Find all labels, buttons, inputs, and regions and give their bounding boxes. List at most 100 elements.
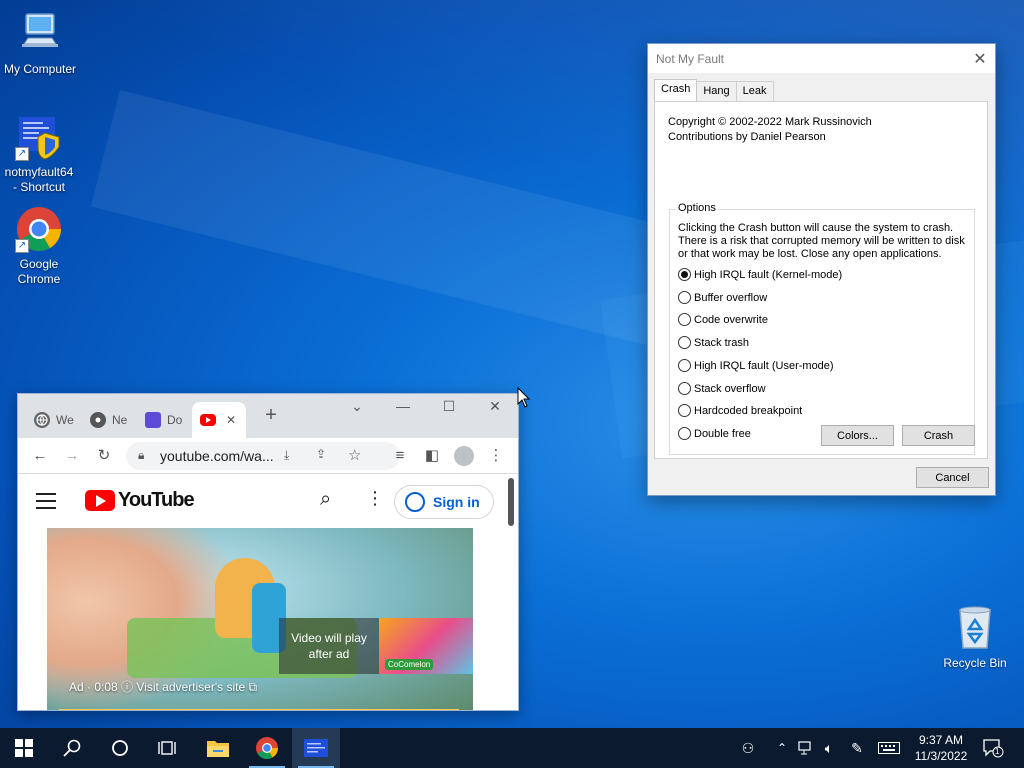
install-app-icon[interactable]: ⤓ xyxy=(284,448,289,463)
option-label: Buffer overflow xyxy=(694,291,768,304)
youtube-logo[interactable]: YouTube xyxy=(85,489,195,512)
network-icon[interactable] xyxy=(796,728,816,768)
option-stack-overflow[interactable]: Stack overflow xyxy=(678,382,766,395)
crash-panel: Copyright © 2002-2022 Mark Russinovich C… xyxy=(654,101,988,459)
tab-leak[interactable]: Leak xyxy=(735,81,774,101)
colors-button[interactable]: Colors... xyxy=(821,425,894,446)
volume-icon[interactable]: 🔈︎ xyxy=(818,728,840,768)
desktop-icon-label: Recycle Bin xyxy=(943,656,1007,670)
scrollbar-thumb[interactable] xyxy=(508,478,514,526)
task-view-icon xyxy=(158,741,176,755)
up-next-thumbnail[interactable]: CoComelon xyxy=(379,618,473,674)
tab-strip: Crash Hang Leak xyxy=(654,79,774,101)
youtube-logo-text: YouTube xyxy=(118,489,195,511)
radio-icon xyxy=(678,404,691,417)
windows-logo-icon xyxy=(15,739,33,757)
crash-warning-text: Clicking the Crash button will cause the… xyxy=(678,222,965,260)
media-control-icon[interactable]: ≡ xyxy=(390,446,410,466)
system-clock[interactable]: 9:37 AM 11/3/2022 xyxy=(906,732,976,764)
docs-icon xyxy=(145,412,161,428)
youtube-icon xyxy=(200,414,216,426)
option-label: Hardcoded breakpoint xyxy=(694,404,803,417)
option-double-free[interactable]: Double free xyxy=(678,427,751,440)
desktop-icon-recycle-bin[interactable]: Recycle Bin xyxy=(935,604,1015,671)
ad-info-text[interactable]: Ad · 0:08 ⓘ Visit advertiser's site ⧉ xyxy=(69,678,257,695)
chrome-window: We Ne Do ✕ + ⌄ — ☐ ✕ ← → ↻ 🔒︎ youtube.co… xyxy=(17,393,519,711)
option-hardcoded-breakpoint[interactable]: Hardcoded breakpoint xyxy=(678,404,802,417)
action-center-button[interactable]: 1 xyxy=(982,738,1004,758)
copyright-text: Copyright © 2002-2022 Mark Russinovich C… xyxy=(668,115,872,145)
globe-icon xyxy=(34,412,50,428)
touch-keyboard-icon[interactable] xyxy=(876,728,902,768)
close-icon[interactable]: ✕ xyxy=(480,398,510,415)
ad-overlay-line: Video will play xyxy=(291,631,367,645)
menu-icon[interactable] xyxy=(36,493,56,514)
sign-in-label: Sign in xyxy=(433,494,480,510)
notmyfault-icon xyxy=(304,739,328,757)
desktop-icon-label: notmyfault64 - Shortcut xyxy=(4,165,74,194)
back-icon[interactable]: ← xyxy=(30,446,50,466)
tab-hang[interactable]: Hang xyxy=(696,81,737,101)
task-view-button[interactable] xyxy=(144,728,192,768)
notification-icon xyxy=(983,739,1004,758)
option-buffer-overflow[interactable]: Buffer overflow xyxy=(678,291,767,304)
start-button[interactable] xyxy=(0,728,48,768)
address-bar[interactable]: 🔒︎ youtube.com/wa... ⤓ ⇪ ☆ xyxy=(126,442,400,470)
desktop-icon-notmyfault-shortcut[interactable]: ↗ notmyfault64 - Shortcut xyxy=(0,113,79,195)
option-label: Code overwrite xyxy=(694,313,768,326)
desktop-icon-google-chrome[interactable]: ↗ Google Chrome xyxy=(0,205,79,287)
new-tab-button[interactable]: + xyxy=(256,404,286,427)
forward-icon[interactable]: → xyxy=(62,446,82,466)
people-icon[interactable]: ⚇ xyxy=(736,728,760,768)
show-hidden-icons-chevron-up-icon[interactable]: ⌃ xyxy=(774,728,790,768)
close-icon[interactable]: ✕ xyxy=(965,44,995,73)
cortana-icon xyxy=(112,740,128,756)
pen-workspace-icon[interactable]: ✎ xyxy=(846,728,868,768)
bookmark-star-icon[interactable]: ☆ xyxy=(348,446,361,464)
chrome-tab-label: We xyxy=(56,413,74,427)
chrome-tab[interactable]: We xyxy=(26,404,80,436)
side-panel-icon[interactable]: ◧ xyxy=(422,446,442,466)
youtube-header: YouTube ⌕ ⋮ Sign in xyxy=(18,474,506,528)
reload-icon[interactable]: ↻ xyxy=(94,446,114,466)
chrome-tab[interactable]: Ne xyxy=(82,404,134,436)
taskbar-notmyfault[interactable] xyxy=(292,728,340,768)
profile-avatar[interactable] xyxy=(454,446,474,466)
share-icon[interactable]: ⇪ xyxy=(316,447,326,461)
taskbar-chrome[interactable] xyxy=(243,728,291,768)
taskbar-file-explorer[interactable] xyxy=(194,728,242,768)
folder-icon xyxy=(207,741,229,757)
maximize-icon[interactable]: ☐ xyxy=(434,398,464,415)
chrome-tab[interactable]: Do xyxy=(137,404,189,436)
tab-crash[interactable]: Crash xyxy=(654,79,698,101)
option-label: Stack trash xyxy=(694,336,750,349)
radio-icon xyxy=(678,427,691,440)
contributions-line: Contributions by Daniel Pearson xyxy=(668,131,826,143)
cancel-button[interactable]: Cancel xyxy=(916,467,989,488)
crash-button[interactable]: Crash xyxy=(902,425,975,446)
search-button[interactable] xyxy=(48,728,96,768)
minimize-icon[interactable]: — xyxy=(388,398,418,414)
sign-in-button[interactable]: Sign in xyxy=(394,485,494,519)
window-titlebar[interactable]: Not My Fault ✕ xyxy=(648,44,995,73)
cortana-button[interactable] xyxy=(96,728,144,768)
option-label: High IRQL fault (User-mode) xyxy=(694,359,834,372)
desktop-icon-my-computer[interactable]: My Computer xyxy=(0,10,80,77)
option-stack-trash[interactable]: Stack trash xyxy=(678,336,749,349)
ad-overlay[interactable]: Video will play after ad xyxy=(279,618,379,674)
chrome-tab-strip: We Ne Do ✕ + ⌄ — ☐ ✕ xyxy=(18,394,518,438)
chrome-menu-icon[interactable]: ⋮ xyxy=(486,446,506,466)
option-high-irql-user[interactable]: High IRQL fault (User-mode) xyxy=(678,359,834,372)
tab-search-icon[interactable]: ⌄ xyxy=(342,398,372,415)
search-icon[interactable]: ⌕ xyxy=(320,488,331,511)
computer-icon xyxy=(16,10,64,58)
option-high-irql-kernel[interactable]: High IRQL fault (Kernel-mode) xyxy=(678,268,842,281)
radio-icon xyxy=(678,291,691,304)
chrome-tab-active-youtube[interactable]: ✕ xyxy=(192,402,246,438)
video-player[interactable]: Video will play after ad CoComelon Ad · … xyxy=(47,528,473,710)
option-code-overwrite[interactable]: Code overwrite xyxy=(678,313,768,326)
radio-icon xyxy=(678,382,691,395)
close-tab-icon[interactable]: ✕ xyxy=(226,413,236,427)
ad-progress-bar xyxy=(59,709,459,710)
more-options-icon[interactable]: ⋮ xyxy=(366,488,384,509)
